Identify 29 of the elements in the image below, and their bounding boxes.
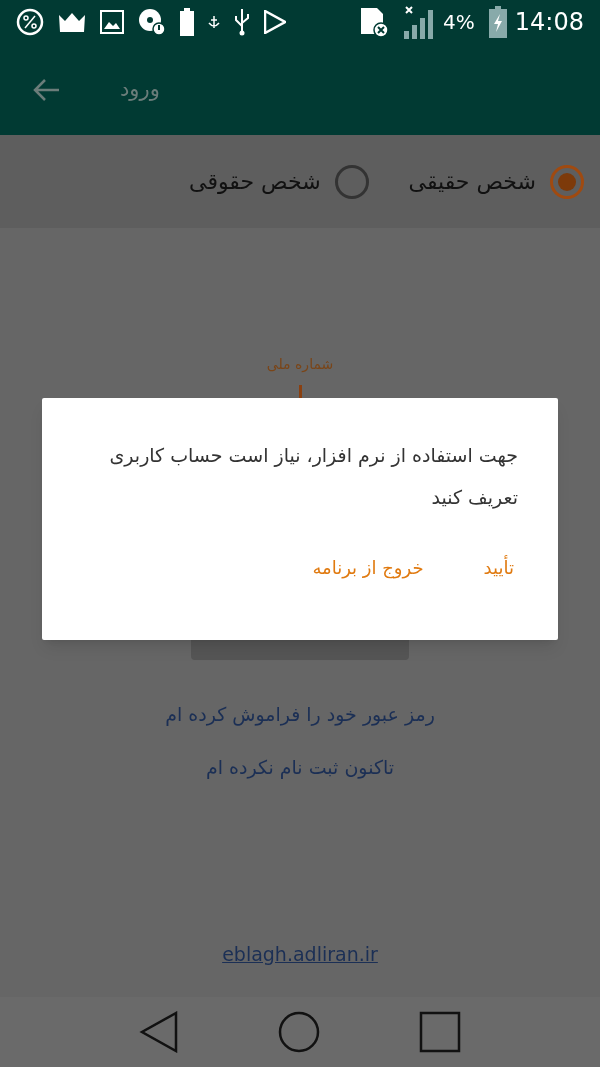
dialog-message: جهت استفاده از نرم افزار، نیاز است حساب کاربری تعریف کنید bbox=[108, 443, 518, 511]
field-label: شماره ملی bbox=[266, 355, 334, 375]
screen-title: ورود bbox=[120, 75, 160, 103]
battery-charging-icon bbox=[488, 6, 507, 38]
usb-icon bbox=[234, 8, 250, 36]
recent-apps-icon[interactable] bbox=[418, 1011, 461, 1053]
dialog-button[interactable]: خروج از برنامه bbox=[312, 548, 424, 587]
home-icon[interactable] bbox=[278, 1011, 320, 1053]
anchor-icon bbox=[208, 15, 220, 29]
percent-icon bbox=[16, 8, 44, 36]
back-icon[interactable] bbox=[139, 1011, 180, 1053]
battery-percent: 4% bbox=[443, 9, 475, 36]
crown-icon bbox=[58, 11, 86, 33]
text-cursor bbox=[298, 385, 302, 399]
battery-usb-icon bbox=[180, 8, 194, 36]
text-link[interactable]: رمز عبور خود را فراموش کرده ام bbox=[165, 700, 435, 729]
radio-label[interactable]: شخص حقوقی bbox=[189, 165, 321, 198]
image-icon bbox=[100, 10, 124, 34]
clock: 14:08 bbox=[514, 7, 584, 38]
radio-label[interactable]: شخص حقیقی bbox=[408, 165, 536, 198]
website-link[interactable]: eblagh.adliran.ir bbox=[222, 940, 378, 969]
sim-error-icon bbox=[359, 6, 390, 38]
radio-button[interactable] bbox=[550, 164, 584, 199]
disc-alert-icon bbox=[138, 8, 166, 36]
dialog-button[interactable]: تأیید bbox=[483, 548, 514, 587]
text-link[interactable]: تاکنون ثبت نام نکرده ام bbox=[206, 752, 394, 781]
radio-button[interactable] bbox=[334, 164, 369, 199]
play-store-icon bbox=[264, 10, 286, 34]
back-arrow-icon[interactable] bbox=[32, 77, 60, 102]
